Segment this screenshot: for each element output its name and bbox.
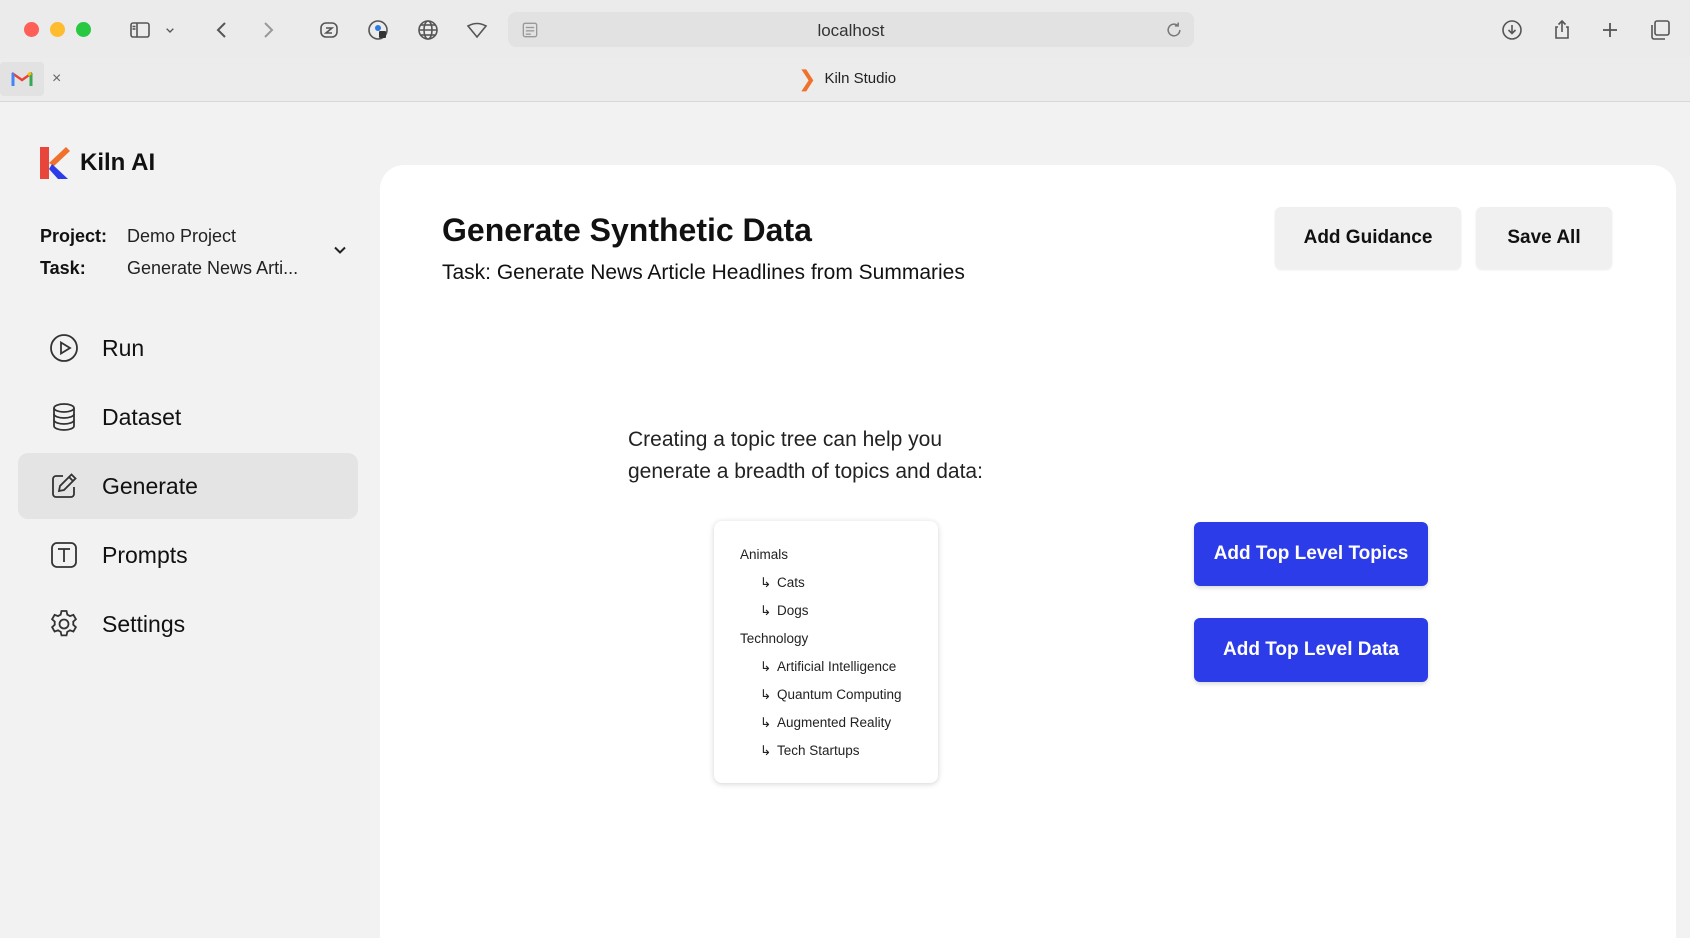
- tree-subtopic-label: Quantum Computing: [777, 687, 902, 702]
- add-guidance-button[interactable]: Add Guidance: [1275, 207, 1461, 269]
- edit-icon: [52, 473, 77, 498]
- topic-tree-explanation: Creating a topic tree can help you gener…: [628, 424, 1048, 488]
- browser-toolbar: localhost: [0, 0, 1690, 58]
- password-icon[interactable]: [364, 16, 392, 44]
- brand[interactable]: Kiln AI: [40, 147, 155, 179]
- tab-kiln-studio[interactable]: ❯ Kiln Studio: [798, 65, 897, 91]
- gear-icon: [50, 610, 78, 637]
- sidebar-nav: Run Dataset Generate Prompts Settings: [18, 315, 358, 660]
- sub-arrow-icon: ↳: [760, 687, 772, 702]
- sub-arrow-icon: ↳: [760, 659, 772, 674]
- chevron-down-icon[interactable]: [162, 16, 178, 44]
- minimize-window-button[interactable]: [50, 22, 65, 37]
- sidebar-item-label: Prompts: [102, 541, 188, 568]
- task-label: Task:: [40, 257, 86, 278]
- project-task-selector[interactable]: Project: Demo Project Task: Generate New…: [40, 220, 350, 284]
- tree-subtopic: ↳ Dogs: [740, 597, 938, 625]
- tab-overview-icon[interactable]: [1646, 16, 1674, 44]
- tree-subtopic: ↳ Cats: [740, 569, 938, 597]
- back-arrow-icon[interactable]: [208, 16, 236, 44]
- chevron-down-icon[interactable]: [330, 240, 350, 260]
- zoom-window-button[interactable]: [76, 22, 91, 37]
- add-top-level-data-button[interactable]: Add Top Level Data: [1194, 618, 1428, 682]
- tab-close-button[interactable]: ×: [52, 70, 61, 88]
- tree-subtopic-label: Artificial Intelligence: [777, 659, 897, 674]
- sidebar-item-label: Generate: [102, 472, 198, 499]
- tree-topic: Animals: [740, 547, 789, 562]
- kiln-favicon-icon: ❯: [798, 65, 817, 91]
- url-text: localhost: [817, 21, 885, 40]
- kiln-logo-icon: [40, 147, 70, 179]
- main-panel: Generate Synthetic Data Task: Generate N…: [380, 165, 1676, 938]
- tab-bar: × ❯ Kiln Studio: [0, 58, 1690, 102]
- topic-tree-example: Animals ↳ Cats ↳ Dogs Technology ↳ Artifici…: [714, 521, 938, 783]
- share-icon[interactable]: [1548, 16, 1576, 44]
- page-title: Generate Synthetic Data: [442, 212, 812, 248]
- database-icon: [53, 403, 75, 431]
- project-label: Project:: [40, 225, 108, 246]
- tree-subtopic-label: Tech Startups: [777, 743, 860, 758]
- sidebar-item-run[interactable]: Run: [18, 315, 358, 381]
- tree-subtopic: ↳ Tech Startups: [740, 737, 938, 765]
- gmail-icon: [11, 71, 33, 86]
- tree-subtopic: ↳ Quantum Computing: [740, 681, 938, 709]
- text-box-icon: [51, 542, 77, 568]
- tree-subtopic-label: Augmented Reality: [777, 715, 892, 730]
- globe-icon[interactable]: [414, 16, 442, 44]
- sidebar-item-prompts[interactable]: Prompts: [18, 522, 358, 588]
- tree-subtopic: ↳ Artificial Intelligence: [740, 653, 938, 681]
- task-value: Generate News Arti...: [127, 257, 299, 278]
- sub-arrow-icon: ↳: [760, 743, 772, 758]
- project-value: Demo Project: [127, 225, 237, 246]
- shield-icon[interactable]: [463, 16, 491, 44]
- tree-topic: Technology: [740, 631, 809, 646]
- sidebar: Kiln AI Project: Demo Project Task: Gene…: [0, 103, 380, 938]
- explanation-line: generate a breadth of topics and data:: [628, 460, 983, 483]
- pinned-tab-gmail[interactable]: [0, 62, 44, 96]
- sub-arrow-icon: ↳: [760, 575, 772, 590]
- extension-icon[interactable]: [315, 16, 343, 44]
- address-bar[interactable]: localhost: [508, 12, 1194, 47]
- explanation-line: Creating a topic tree can help you: [628, 428, 943, 451]
- new-tab-icon[interactable]: [1596, 16, 1624, 44]
- forward-arrow-icon[interactable]: [254, 16, 282, 44]
- brand-name: Kiln AI: [80, 149, 156, 176]
- page-subtitle: Task: Generate News Article Headlines fr…: [442, 261, 965, 284]
- tree-subtopic: ↳ Augmented Reality: [740, 709, 938, 737]
- close-window-button[interactable]: [24, 22, 39, 37]
- sidebar-item-generate[interactable]: Generate: [18, 453, 358, 519]
- reload-icon[interactable]: [1164, 20, 1184, 40]
- download-icon[interactable]: [1498, 16, 1526, 44]
- sidebar-item-dataset[interactable]: Dataset: [18, 384, 358, 450]
- tree-subtopic-label: Cats: [777, 575, 805, 590]
- add-top-level-topics-button[interactable]: Add Top Level Topics: [1194, 522, 1428, 586]
- app: Kiln AI Project: Demo Project Task: Gene…: [0, 103, 1690, 938]
- sidebar-item-label: Run: [102, 334, 145, 361]
- sidebar-toggle-icon[interactable]: [126, 16, 154, 44]
- play-circle-icon: [50, 334, 78, 362]
- sidebar-item-label: Dataset: [102, 403, 182, 430]
- sub-arrow-icon: ↳: [760, 603, 772, 618]
- sidebar-item-label: Settings: [102, 610, 186, 637]
- sidebar-item-settings[interactable]: Settings: [18, 591, 358, 657]
- tree-subtopic-label: Dogs: [777, 603, 809, 618]
- save-all-button[interactable]: Save All: [1476, 207, 1612, 269]
- sub-arrow-icon: ↳: [760, 715, 772, 730]
- tab-title: Kiln Studio: [824, 70, 897, 87]
